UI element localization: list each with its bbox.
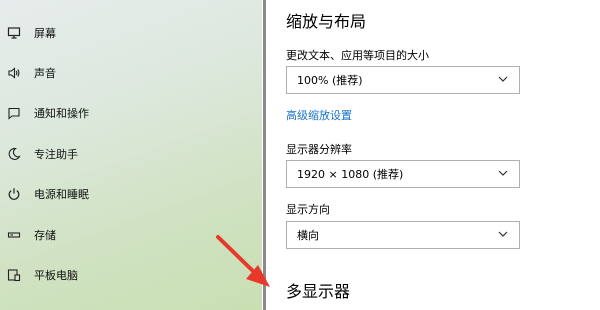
speaker-icon bbox=[7, 66, 21, 80]
section-title-scale-layout: 缩放与布局 bbox=[286, 12, 367, 31]
orientation-value: 横向 bbox=[297, 229, 319, 242]
sidebar-item-sound[interactable]: 声音 bbox=[0, 58, 262, 88]
chevron-down-icon bbox=[497, 228, 509, 243]
chevron-down-icon bbox=[497, 167, 509, 182]
scale-dropdown[interactable]: 100% (推荐) bbox=[286, 66, 520, 94]
red-arrow-icon bbox=[216, 235, 270, 287]
tablet-icon bbox=[7, 268, 21, 282]
sidebar-item-label: 存储 bbox=[34, 229, 56, 242]
moon-icon bbox=[7, 147, 21, 161]
sidebar-item-label: 通知和操作 bbox=[34, 107, 89, 120]
sidebar-item-label: 声音 bbox=[34, 67, 56, 80]
resolution-label: 显示器分辨率 bbox=[286, 143, 352, 156]
orientation-dropdown[interactable]: 横向 bbox=[286, 221, 520, 249]
sidebar-item-label: 电源和睡眠 bbox=[34, 188, 89, 201]
chevron-down-icon bbox=[497, 73, 509, 88]
sidebar-item-display[interactable]: 屏幕 bbox=[0, 18, 262, 48]
sidebar-item-focus-assist[interactable]: 专注助手 bbox=[0, 139, 262, 169]
main-content: 缩放与布局 更改文本、应用等项目的大小 100% (推荐) 高级缩放设置 显示器… bbox=[266, 0, 600, 310]
monitor-icon bbox=[7, 26, 21, 40]
resolution-dropdown[interactable]: 1920 × 1080 (推荐) bbox=[286, 160, 520, 188]
storage-icon bbox=[7, 228, 21, 242]
orientation-label: 显示方向 bbox=[286, 203, 330, 216]
notification-icon bbox=[7, 106, 21, 120]
scale-label: 更改文本、应用等项目的大小 bbox=[286, 49, 429, 62]
resolution-value: 1920 × 1080 (推荐) bbox=[297, 168, 404, 181]
section-title-multiple-displays: 多显示器 bbox=[286, 282, 351, 301]
sidebar-item-label: 屏幕 bbox=[34, 27, 56, 40]
sidebar-item-label: 专注助手 bbox=[34, 148, 78, 161]
advanced-scaling-link[interactable]: 高级缩放设置 bbox=[286, 107, 352, 123]
scale-value: 100% (推荐) bbox=[297, 74, 363, 87]
sidebar-item-notifications[interactable]: 通知和操作 bbox=[0, 98, 262, 128]
power-icon bbox=[7, 187, 21, 201]
sidebar-item-label: 平板电脑 bbox=[34, 269, 78, 282]
sidebar-item-power-sleep[interactable]: 电源和睡眠 bbox=[0, 179, 262, 209]
